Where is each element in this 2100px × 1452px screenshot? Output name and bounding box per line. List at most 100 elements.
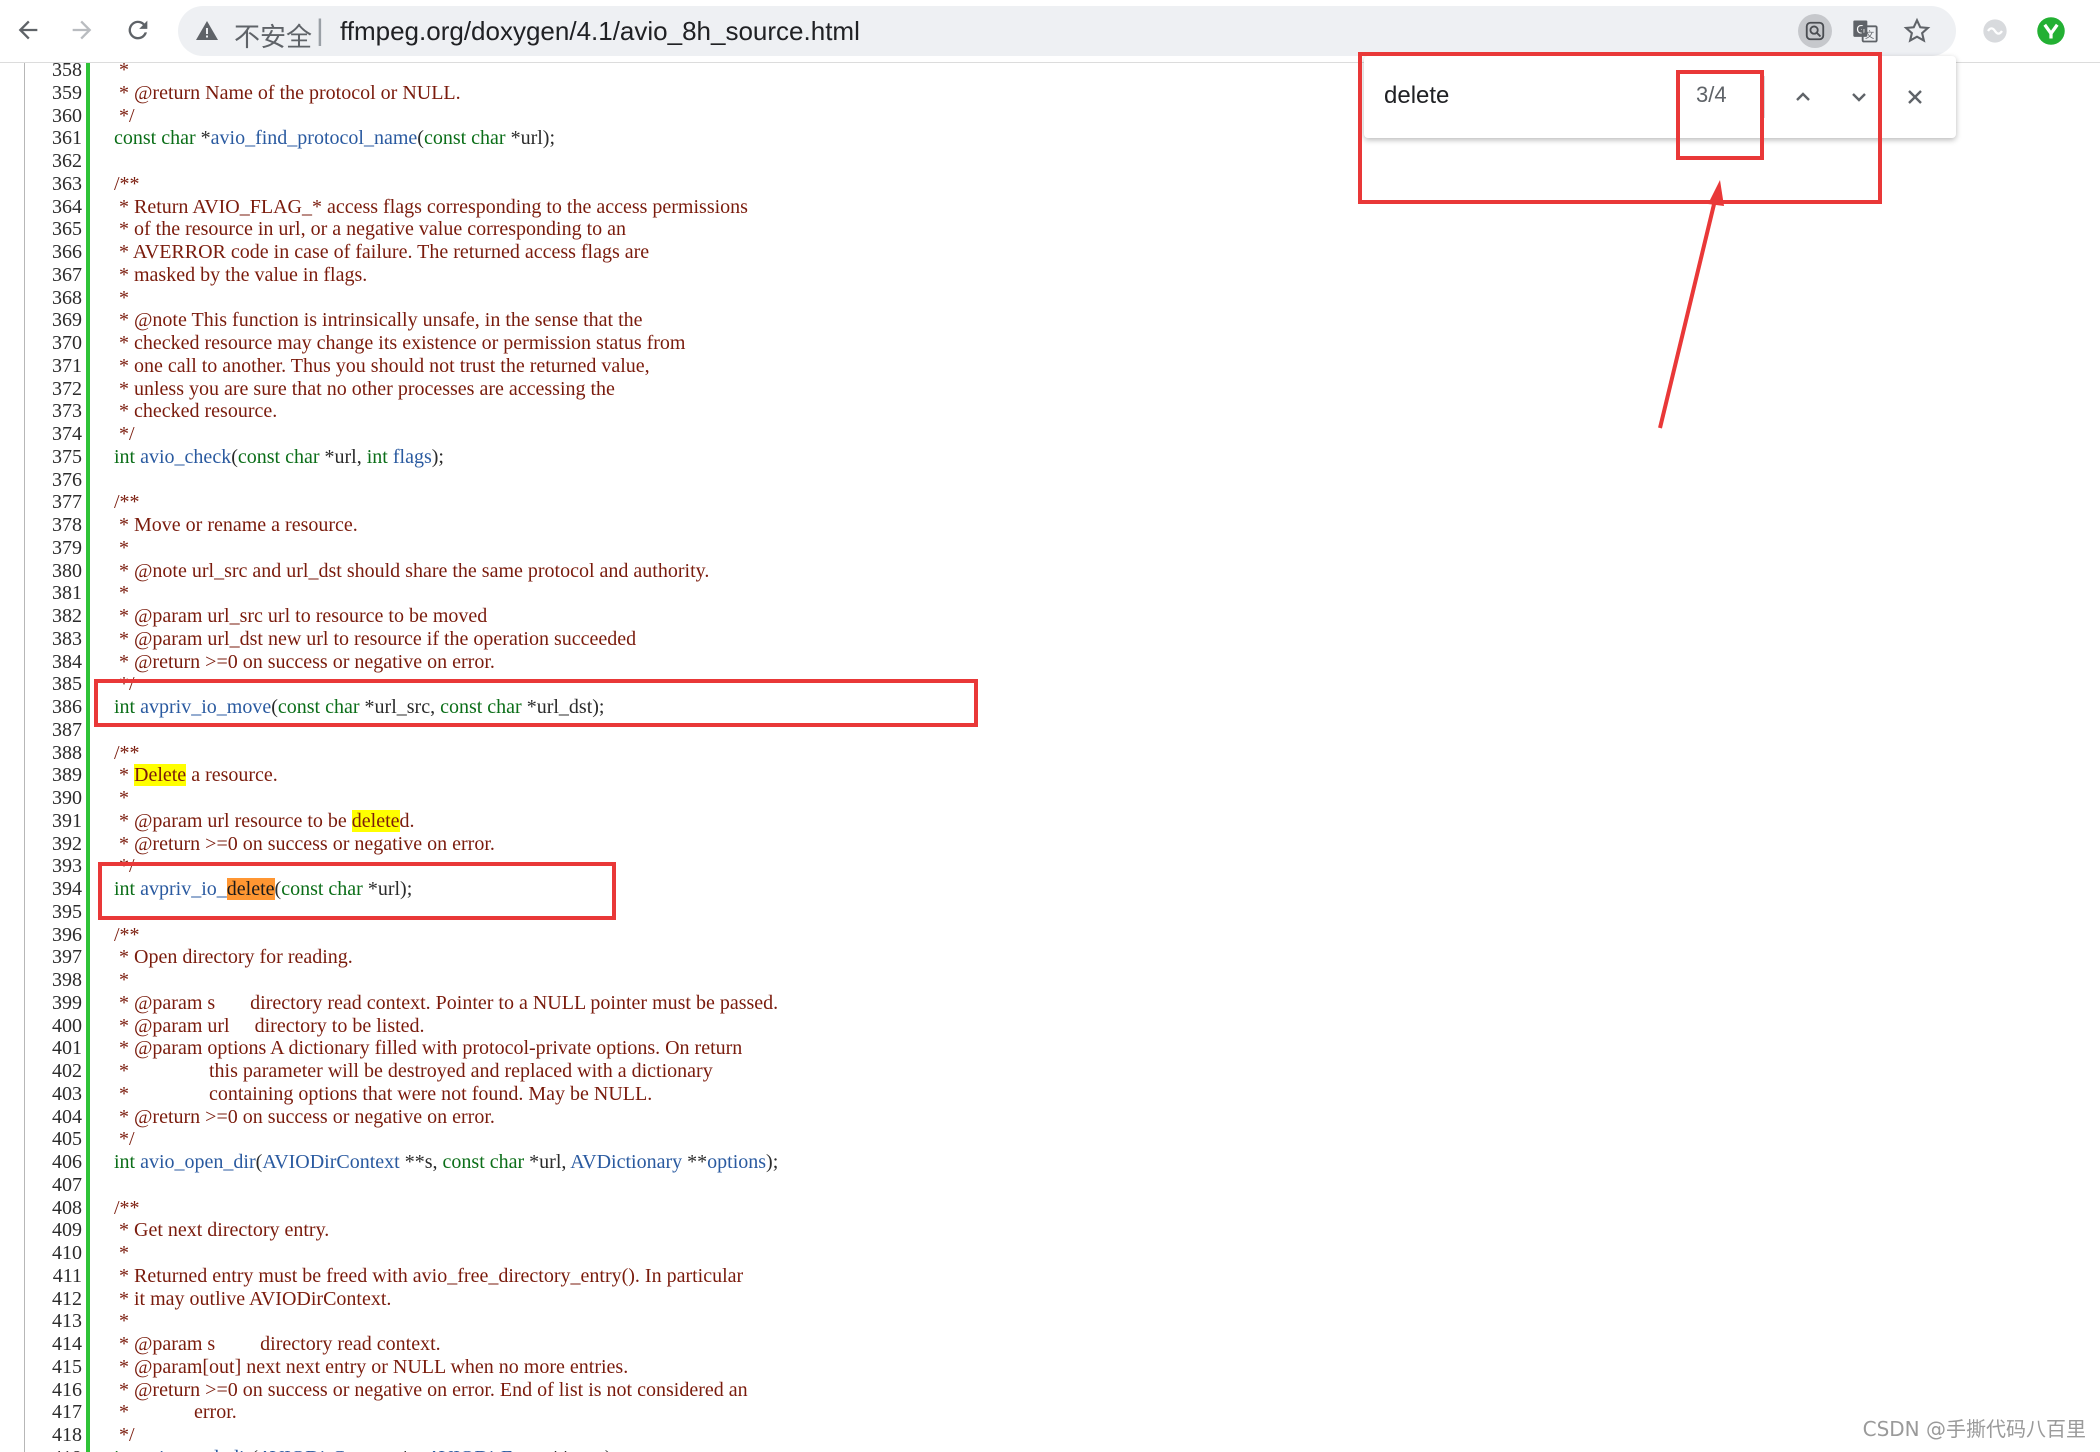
line-number[interactable]: 365 [28,218,82,241]
line-number[interactable]: 387 [28,719,82,742]
line-number[interactable]: 389 [28,764,82,787]
line-number[interactable]: 411 [28,1265,82,1288]
line-number[interactable]: 402 [28,1060,82,1083]
star-icon[interactable] [1900,14,1934,48]
code-token: const [440,696,483,718]
line-number[interactable]: 386 [28,696,82,719]
security-label[interactable]: 不安全 [234,17,312,54]
code-text: * @param[out] next next entry or NULL wh… [114,1355,629,1378]
line-number[interactable]: 419 [28,1447,82,1452]
back-button[interactable] [6,8,50,52]
code-text: * of the resource in url, or a negative … [114,218,627,241]
line-number[interactable]: 395 [28,901,82,924]
line-number[interactable]: 415 [28,1356,82,1379]
line-number[interactable]: 367 [28,264,82,287]
address-bar[interactable]: 不安全 | ffmpeg.org/doxygen/4.1/avio_8h_sou… [178,6,1956,56]
code-text: */ [114,104,135,127]
source-code-view: 358 * 359 * @return Name of the protocol … [0,63,2100,1452]
line-number[interactable]: 403 [28,1083,82,1106]
line-number[interactable]: 360 [28,105,82,128]
line-number[interactable]: 416 [28,1379,82,1402]
code-text: /** [114,491,140,514]
chevron-up-icon [1796,92,1810,101]
find-next-button[interactable] [1838,76,1880,118]
line-number[interactable]: 418 [28,1424,82,1447]
translate-icon[interactable]: G文 [1848,14,1882,48]
line-number[interactable]: 361 [28,127,82,150]
line-number[interactable]: 368 [28,287,82,310]
code-token: *s, [395,1447,427,1452]
line-number[interactable]: 414 [28,1333,82,1356]
extension-green-icon[interactable] [2034,14,2068,48]
extension-icon[interactable] [1978,14,2012,48]
line-number[interactable]: 359 [28,82,82,105]
line-number[interactable]: 376 [28,469,82,492]
line-number[interactable]: 396 [28,924,82,947]
url-separator: | [316,14,324,47]
line-number[interactable]: 409 [28,1219,82,1242]
line-number[interactable]: 401 [28,1037,82,1060]
line-number[interactable]: 405 [28,1128,82,1151]
line-number[interactable]: 406 [28,1151,82,1174]
line-number[interactable]: 385 [28,673,82,696]
line-number[interactable]: 392 [28,833,82,856]
line-number[interactable]: 394 [28,878,82,901]
browser-toolbar: 不安全 | ffmpeg.org/doxygen/4.1/avio_8h_sou… [0,0,2100,63]
code-token: ); [766,1151,779,1173]
code-token: *url_src, [359,696,441,718]
line-number[interactable]: 383 [28,628,82,651]
line-number[interactable]: 408 [28,1197,82,1220]
line-number[interactable]: 364 [28,196,82,219]
line-number[interactable]: 393 [28,855,82,878]
line-number[interactable]: 384 [28,651,82,674]
line-number[interactable]: 363 [28,173,82,196]
line-number[interactable]: 378 [28,514,82,537]
line-number[interactable]: 413 [28,1310,82,1333]
line-number[interactable]: 391 [28,810,82,833]
profile-avatar[interactable] [2088,14,2100,48]
line-number[interactable]: 370 [28,332,82,355]
chevron-down-icon [1852,93,1866,102]
line-number[interactable]: 358 [28,63,82,82]
url-text[interactable]: ffmpeg.org/doxygen/4.1/avio_8h_source.ht… [340,16,860,47]
line-number[interactable]: 373 [28,400,82,423]
line-number[interactable]: 369 [28,309,82,332]
line-number[interactable]: 377 [28,491,82,514]
line-number[interactable]: 371 [28,355,82,378]
code-text: * @return Name of the protocol or NULL. [114,81,461,104]
line-number[interactable]: 366 [28,241,82,264]
find-bar: 3/4 [1364,56,1956,138]
line-number[interactable]: 375 [28,446,82,469]
line-number[interactable]: 417 [28,1401,82,1424]
line-number[interactable]: 399 [28,992,82,1015]
forward-button[interactable] [60,8,104,52]
code-token: flags [392,445,432,468]
line-number[interactable]: 379 [28,537,82,560]
line-number[interactable]: 388 [28,742,82,765]
line-number[interactable]: 400 [28,1015,82,1038]
line-number[interactable]: 397 [28,946,82,969]
line-number[interactable]: 404 [28,1106,82,1129]
code-text: * @param s directory read context. Point… [114,991,779,1014]
code-text: * error. [114,1401,237,1424]
code-token: AVDictionary [570,1151,683,1173]
line-number[interactable]: 412 [28,1288,82,1311]
code-token: d. [399,809,415,832]
line-number[interactable]: 380 [28,560,82,583]
find-close-button[interactable] [1894,76,1936,118]
line-number[interactable]: 410 [28,1242,82,1265]
line-number[interactable]: 372 [28,378,82,401]
line-number[interactable]: 390 [28,787,82,810]
reload-button[interactable] [116,8,160,52]
search-lens-icon[interactable] [1798,14,1832,48]
find-previous-button[interactable] [1782,76,1824,118]
warning-icon[interactable] [194,18,220,44]
svg-text:G: G [1856,22,1865,36]
line-number[interactable]: 374 [28,423,82,446]
line-number[interactable]: 362 [28,150,82,173]
line-number[interactable]: 382 [28,605,82,628]
line-number[interactable]: 398 [28,969,82,992]
line-number[interactable]: 381 [28,582,82,605]
line-number[interactable]: 407 [28,1174,82,1197]
find-input[interactable] [1384,76,1684,116]
